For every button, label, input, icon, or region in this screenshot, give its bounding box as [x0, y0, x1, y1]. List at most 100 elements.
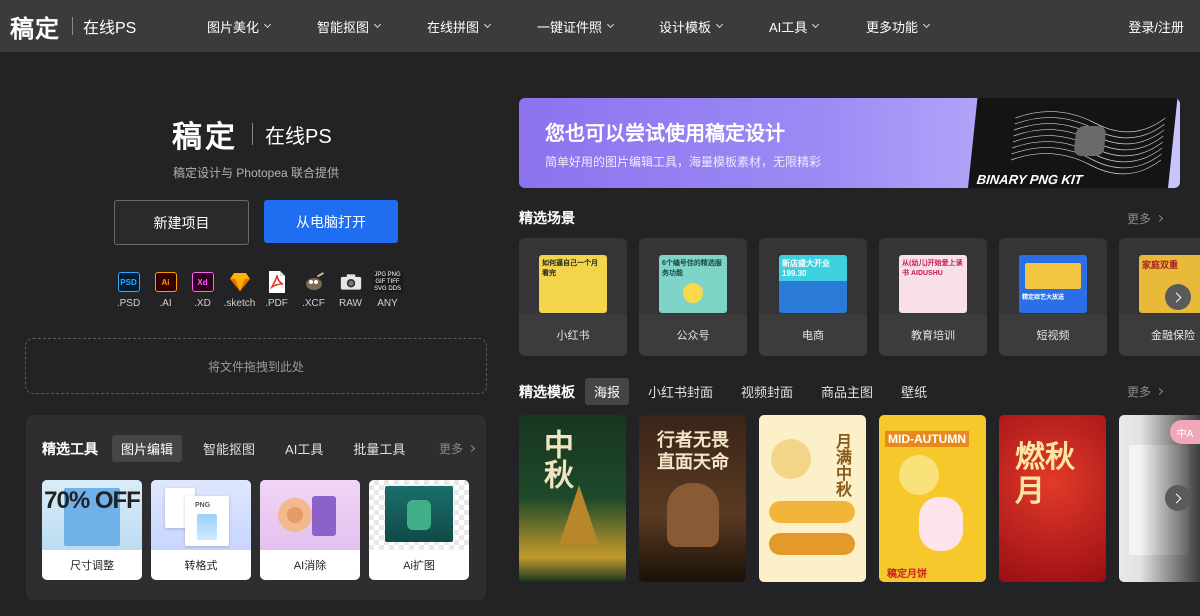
scene-card-short-video[interactable]: 精定综艺大放送 短视频 [999, 238, 1107, 356]
psd-icon: PSD [117, 272, 140, 292]
format-raw: RAW [332, 272, 369, 309]
tool-card-convert-format[interactable]: PNG 转格式 [151, 480, 251, 580]
tool-card-resize[interactable]: 70% OFF 尺寸调整 [42, 480, 142, 580]
camera-icon [340, 272, 362, 292]
file-drop-zone[interactable]: 将文件拖拽到此处 [25, 338, 487, 394]
tool-card-ai-erase[interactable]: AI消除 [260, 480, 360, 580]
tool-card-ai-expand[interactable]: Ai扩图 [369, 480, 469, 580]
scene-card-education[interactable]: 从(幼儿)开始爱上读书 AIDUSHU 教育培训 [879, 238, 987, 356]
template-text: 中秋 [539, 429, 572, 489]
brand-sub: 在线PS [265, 125, 332, 148]
format-label: .PSD [116, 298, 141, 309]
tools-title: 精选工具 [42, 440, 98, 457]
logo[interactable]: 稿定 在线PS [0, 9, 180, 44]
nav-label: 图片美化 [207, 19, 260, 35]
tab-wallpaper[interactable]: 壁纸 [892, 378, 936, 405]
login-register-link[interactable]: 登录/注册 [1128, 0, 1184, 52]
nav-label: 智能抠图 [317, 19, 370, 35]
tab-video-cover[interactable]: 视频封面 [732, 378, 802, 405]
tool-cards: 70% OFF 尺寸调整 PNG 转格式 AI消除 Ai扩图 [42, 480, 478, 580]
chevron-down-icon [812, 20, 820, 29]
ai-icon: Ai [154, 272, 177, 292]
more-label: 更多 [438, 442, 463, 456]
brand-caption: 稿定设计与 Photopea 联合提供 [172, 166, 340, 180]
scene-card-official-account[interactable]: 6个编号佳的精选服务功能 公众号 [639, 238, 747, 356]
nav-item-photo-beautify[interactable]: 图片美化 [207, 0, 272, 52]
tool-label: 尺寸调整 [70, 560, 114, 572]
tab-ai-tools[interactable]: AI工具 [276, 435, 332, 462]
banner-title: 您也可以尝试使用稿定设计 [545, 123, 785, 145]
template-card-red-mooncake[interactable]: 燃秋月 [999, 415, 1106, 582]
format-pdf: .PDF [258, 271, 295, 309]
template-text: 燃秋月 [1015, 441, 1075, 508]
nav-item-smart-cutout[interactable]: 智能抠图 [317, 0, 382, 52]
tool-label: Ai扩图 [403, 560, 435, 572]
nav-item-ai-tools[interactable]: AI工具 [769, 0, 820, 52]
tool-art: 70% OFF [44, 487, 141, 514]
scene-label: 教育培训 [879, 314, 987, 356]
templates-header: 精选模板 海报 小红书封面 视频封面 商品主图 壁纸 更多 [519, 378, 1164, 405]
banner-artwork: BINARY PNG KIT [968, 98, 1178, 188]
chevron-down-icon [715, 20, 724, 29]
promo-banner[interactable]: 您也可以尝试使用稿定设计 简单好用的图片编辑工具，海量模板素材，无限精彩 BIN… [519, 98, 1180, 188]
translate-widget[interactable]: 中A [1170, 420, 1200, 444]
featured-tools-panel: 精选工具 图片编辑 智能抠图 AI工具 批量工具 更多 70% OFF 尺寸调整… [26, 415, 486, 600]
format-label: .sketch [223, 298, 256, 309]
sketch-icon [229, 272, 251, 292]
scene-list: 如何逼自己一个月看完 小红书 6个编号佳的精选服务功能 公众号 新店盛大开业 1… [519, 238, 1200, 356]
format-label: .XD [194, 298, 211, 309]
nav-item-more-features[interactable]: 更多功能 [866, 0, 931, 52]
format-xcf: .XCF [295, 272, 332, 309]
chevron-right-icon [467, 444, 476, 453]
chevron-down-icon [263, 20, 272, 29]
new-project-button[interactable]: 新建项目 [114, 200, 249, 245]
gimp-icon [303, 272, 325, 292]
top-nav: 稿定 在线PS 图片美化 智能抠图 在线拼图 一键证件照 设计模板 AI工具 更… [0, 0, 1200, 52]
tool-label: 转格式 [184, 560, 218, 572]
scene-label: 短视频 [999, 314, 1107, 356]
template-card-mooncake[interactable]: 月满中秋 [759, 415, 866, 582]
format-sketch: .sketch [221, 272, 258, 309]
brand-main: 稿定 [172, 121, 238, 154]
open-from-computer-button[interactable]: 从电脑打开 [264, 200, 398, 243]
nav-item-id-photo[interactable]: 一键证件照 [537, 0, 615, 52]
tool-art: PNG [195, 502, 211, 509]
tool-image: PNG [151, 480, 251, 550]
scene-thumb: 如何逼自己一个月看完 [539, 255, 607, 313]
scenes-header: 精选场景 更多 [519, 208, 1164, 228]
banner-art-text: BINARY PNG KIT [976, 172, 1084, 187]
format-label: .PDF [265, 298, 288, 309]
tools-more-link[interactable]: 更多 [438, 440, 476, 457]
scene-card-ecommerce[interactable]: 新店盛大开业 199.30 电商 [759, 238, 867, 356]
template-card-wukong[interactable]: 行者无畏 直面天命 [639, 415, 746, 582]
tab-product-image[interactable]: 商品主图 [812, 378, 882, 405]
scene-thumb-text: 精定综艺大放送 [1022, 295, 1065, 301]
logo-main: 稿定 [10, 15, 60, 43]
tab-smart-cutout[interactable]: 智能抠图 [194, 435, 264, 462]
template-card-mid-autumn[interactable]: 中秋 [519, 415, 626, 582]
scene-card-xiaohongshu[interactable]: 如何逼自己一个月看完 小红书 [519, 238, 627, 356]
nav-item-collage[interactable]: 在线拼图 [427, 0, 492, 52]
tool-image [369, 480, 469, 550]
nav-item-design-templates[interactable]: 设计模板 [659, 0, 724, 52]
logo-divider [72, 17, 73, 35]
nav-label: 在线拼图 [427, 19, 480, 35]
templates-more-link[interactable]: 更多 [1126, 383, 1164, 400]
template-card-autumn-festival[interactable]: MID-AUTUMN 稿定月饼 [879, 415, 986, 582]
format-label: .XCF [302, 298, 325, 309]
tab-image-edit[interactable]: 图片编辑 [112, 435, 183, 462]
scene-label: 金融保险 [1119, 314, 1200, 356]
scenes-next-button[interactable] [1165, 284, 1191, 310]
more-label: 更多 [1126, 385, 1151, 399]
scenes-more-link[interactable]: 更多 [1127, 210, 1164, 227]
templates-next-button[interactable] [1165, 485, 1191, 511]
tab-xiaohongshu-cover[interactable]: 小红书封面 [639, 378, 722, 405]
scene-thumb: 新店盛大开业 199.30 [779, 255, 847, 313]
template-text: 行者无畏 直面天命 [657, 430, 729, 472]
tab-poster[interactable]: 海报 [585, 378, 630, 405]
scene-thumb-text: 6个编号佳的精选服务功能 [662, 260, 722, 277]
template-list: 中秋 行者无畏 直面天命 月满中秋 MID-AUTUMN 稿定月饼 燃秋月 [519, 415, 1200, 583]
nav-label: 一键证件照 [537, 19, 603, 35]
tab-batch-tools[interactable]: 批量工具 [344, 435, 414, 462]
chevron-right-icon [1171, 292, 1182, 302]
